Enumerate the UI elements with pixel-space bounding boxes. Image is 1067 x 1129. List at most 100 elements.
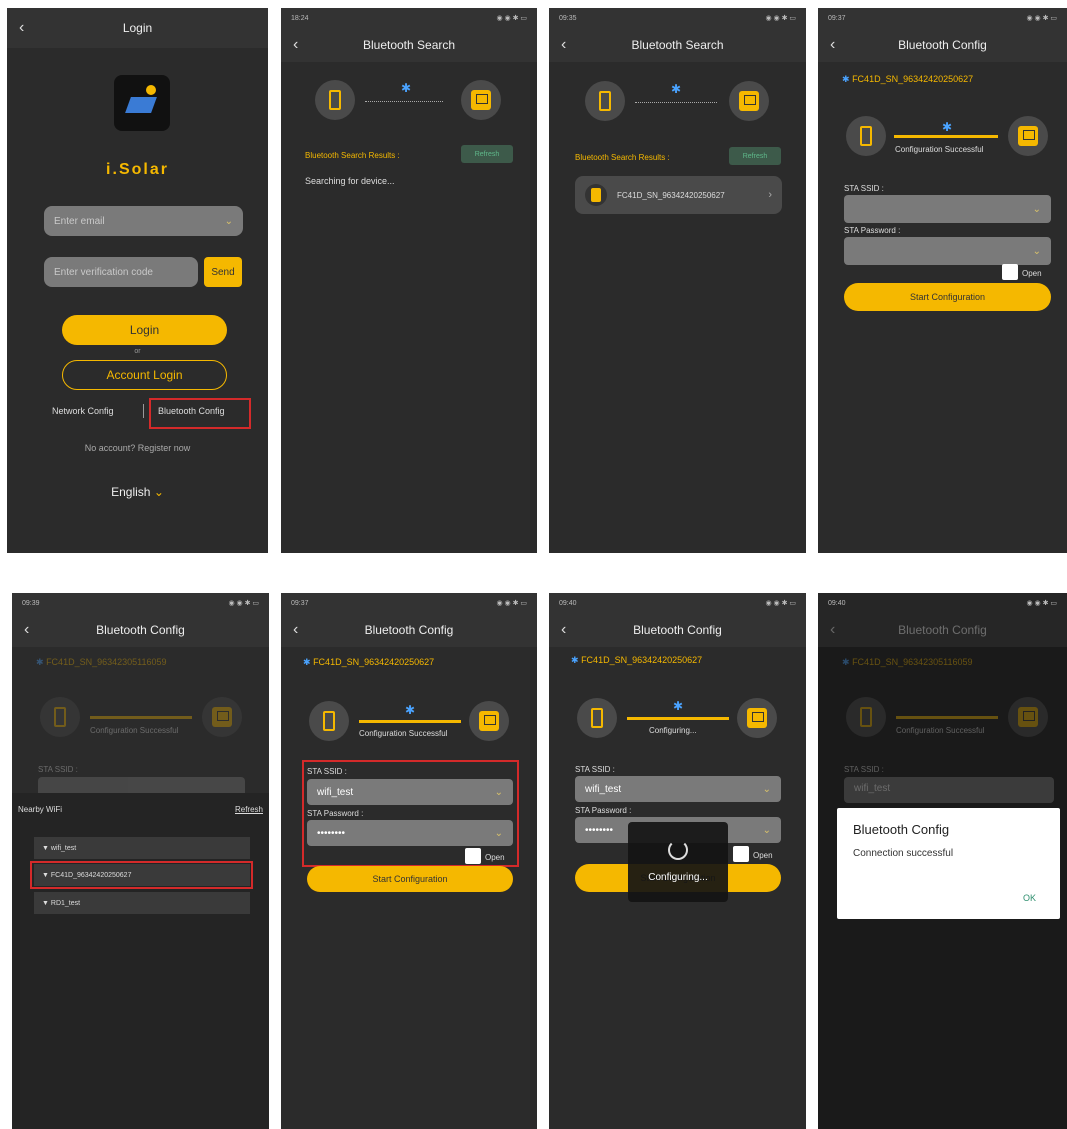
page-title: Login [122,21,153,35]
phone-circle [846,697,886,737]
screen-login: ‹ Login i.Solar Enter email ⌄ Enter veri… [7,8,268,553]
eye-icon[interactable]: ⌄ [1033,246,1041,257]
spinner-icon [668,840,688,860]
router-icon [471,90,491,110]
login-button[interactable]: Login [62,315,227,345]
device-list-item[interactable]: FC41D_SN_96342420250627 › [575,176,782,214]
background-content: ✱ FC41D_SN_96342305116059 Configuration … [12,647,269,797]
chevron-down-icon[interactable]: ⌄ [1033,204,1041,215]
page-title: Bluetooth Config [898,38,987,52]
dotted-line [635,102,717,103]
dotted-line [365,101,443,102]
ssid-label: STA SSID : [575,765,615,774]
wifi-name: RD1_test [50,899,81,907]
back-icon[interactable]: ‹ [293,36,298,54]
search-results-label: Bluetooth Search Results : [575,153,670,162]
header: ‹ Bluetooth Config [549,613,806,647]
status-icons: ◉ ◉ ✱ ▭ [496,600,527,607]
register-link[interactable]: No account? Register now [7,443,268,453]
language-label: English [111,485,151,499]
background-content: ✱ FC41D_SN_96342305116059 Configuration … [818,647,1067,807]
phone-icon [323,711,335,731]
app-name: i.Solar [106,161,169,178]
back-icon[interactable]: ‹ [561,36,566,54]
refresh-button[interactable]: Refresh [461,145,513,163]
device-id: ✱ FC41D_SN_96342305116059 [36,657,167,668]
email-field[interactable]: Enter email ⌄ [44,206,243,236]
screen-bt-search: 18:24 ◉ ◉ ✱ ▭ ‹ Bluetooth Search ✱ Blueto… [281,8,537,553]
phone-icon [329,90,341,110]
network-config-link[interactable]: Network Config [52,406,114,416]
status-bar: 09:40 ◉ ◉ ✱ ▭ [818,593,1067,613]
wifi-list-item[interactable]: ▼ RD1_test [34,892,250,914]
code-placeholder: Enter verification code [54,266,153,278]
config-status: Configuration Successful [896,726,985,735]
bluetooth-icon: ✱ [842,657,850,667]
config-status: Configuration Successful [359,729,448,738]
open-label: Open [753,851,773,860]
start-configuration-button[interactable]: Start Configuration [844,283,1051,311]
bluetooth-icon: ✱ [842,74,850,84]
page-title: Bluetooth Config [898,623,987,637]
status-bar: 09:39 ◉ ◉ ✱ ▭ [12,593,269,613]
status-time: 09:39 [22,599,40,607]
chevron-down-icon[interactable]: ⌄ [225,216,233,227]
or-divider: or [134,348,141,355]
phone-icon [599,91,611,111]
router-icon [1018,126,1038,146]
eye-icon[interactable]: ⌄ [763,825,771,836]
ssid-field[interactable]: wifi_test ⌄ [575,776,781,802]
code-field[interactable]: Enter verification code [44,257,198,287]
config-status: Configuration Successful [90,726,179,735]
search-results-label: Bluetooth Search Results : [305,151,400,160]
device-id-text: FC41D_SN_96342305116059 [852,657,973,667]
header: ‹ Bluetooth Config [12,613,269,647]
phone-icon [54,707,66,727]
screen-success: 09:40 ◉ ◉ ✱ ▭ ‹ Bluetooth Config ✱ FC41D_… [818,593,1067,1129]
open-checkbox[interactable] [733,846,749,862]
phone-circle [846,116,886,156]
back-icon[interactable]: ‹ [830,621,835,639]
device-id: ✱ FC41D_SN_96342420250627 [303,657,434,668]
ssid-field[interactable]: ⌄ [844,195,1051,223]
password-field[interactable]: ⌄ [844,237,1051,265]
refresh-button[interactable]: Refresh [729,147,781,165]
dialog-title: Bluetooth Config [853,822,950,837]
device-name: FC41D_SN_96342420250627 [617,190,725,200]
router-circle [1008,697,1048,737]
back-icon[interactable]: ‹ [561,621,566,639]
device-id-text: FC41D_SN_96342420250627 [852,74,974,84]
start-configuration-button[interactable]: Start Configuration [307,866,513,892]
chevron-down-icon: ⌄ [153,485,164,499]
searching-text: Searching for device... [305,176,395,186]
wifi-icon: ▼ [42,899,49,907]
back-icon[interactable]: ‹ [19,19,24,37]
config-status: Configuration Successful [895,145,984,154]
nearby-wifi-title: Nearby WiFi [18,805,63,814]
refresh-link[interactable]: Refresh [235,805,263,814]
status-time: 09:37 [291,599,309,607]
header: ‹ Bluetooth Config [818,28,1067,62]
page-title: Bluetooth Config [364,623,454,637]
language-select[interactable]: English ⌄ [7,485,268,499]
status-time: 09:35 [559,14,577,22]
open-checkbox[interactable] [1002,264,1018,280]
ssid-label: STA SSID : [844,765,884,774]
account-login-button[interactable]: Account Login [62,360,227,390]
status-icons: ◉ ◉ ✱ ▭ [765,15,796,22]
send-button[interactable]: Send [204,257,242,287]
status-bar: 09:37 ◉ ◉ ✱ ▭ [818,8,1067,28]
separator [143,404,144,418]
chevron-down-icon[interactable]: ⌄ [763,784,771,795]
page-title: Bluetooth Config [96,623,185,637]
bluetooth-icon: ✱ [673,699,684,713]
ok-button[interactable]: OK [1023,893,1036,903]
highlight-box [149,398,251,429]
phone-circle [585,81,625,121]
back-icon[interactable]: ‹ [293,621,298,639]
phone-icon [591,708,603,728]
back-icon[interactable]: ‹ [24,621,29,639]
wifi-list-item[interactable]: ▼ wifi_test [34,837,250,859]
back-icon[interactable]: ‹ [830,36,835,54]
router-icon [212,707,232,727]
